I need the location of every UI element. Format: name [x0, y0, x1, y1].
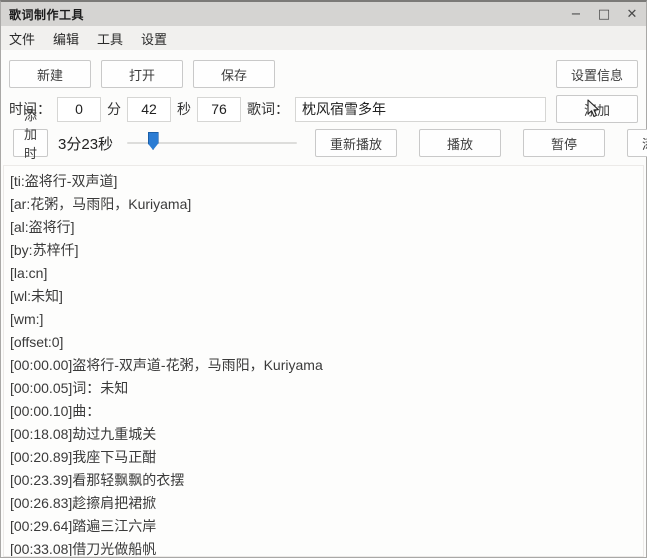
lyric-line: [ar:花粥，马雨阳，Kuriyama]: [10, 193, 637, 216]
lyric-line: [00:00.10]曲：: [10, 400, 637, 423]
lyric-line: [wm:]: [10, 308, 637, 331]
open-button[interactable]: 打开: [101, 60, 183, 88]
settings-info-button[interactable]: 设置信息: [556, 60, 638, 88]
minutes-unit-label: 分: [107, 99, 121, 119]
lyric-line: [00:00.00]盗将行-双声道-花粥，马雨阳，Kuriyama: [10, 354, 637, 377]
slider-thumb[interactable]: [148, 132, 159, 150]
position-text: 3分23秒: [58, 133, 113, 154]
lyric-line: [ti:盗将行-双声道]: [10, 170, 637, 193]
app-window: 歌词制作工具 − □ ✕ 文件编辑工具设置 新建 打开 保存 设置信息 时间： …: [0, 0, 647, 558]
lyric-line: [00:29.64]踏遍三江六岸: [10, 515, 637, 538]
add-button[interactable]: 添加: [556, 95, 638, 123]
lyric-line: [wl:未知]: [10, 285, 637, 308]
pause-button[interactable]: 暂停: [523, 129, 605, 157]
lyric-line: [offset:0]: [10, 331, 637, 354]
window-title: 歌词制作工具: [9, 6, 84, 23]
menu-item[interactable]: 编辑: [53, 29, 79, 48]
menu-item[interactable]: 文件: [9, 29, 35, 48]
lyric-line: [00:00.05]词：未知: [10, 377, 637, 400]
lyric-line: [by:苏梓仟]: [10, 239, 637, 262]
lyric-line: [00:20.89]我座下马正酣: [10, 446, 637, 469]
playback-buttons: 重新播放 播放 暂停 添加歌词: [311, 129, 647, 157]
minimize-icon[interactable]: −: [568, 8, 584, 21]
lyric-line: [al:盗将行]: [10, 216, 637, 239]
lyric-label: 歌词：: [247, 99, 289, 119]
lyric-text-input[interactable]: [295, 97, 546, 122]
menubar: 文件编辑工具设置: [1, 26, 646, 50]
save-button[interactable]: 保存: [193, 60, 275, 88]
player-row: 添加时间 3分23秒 重新播放 播放 暂停 添加歌词: [1, 129, 646, 157]
time-entry-row: 时间： 分 秒 歌词： 添加: [1, 96, 646, 122]
lyric-line: [00:26.83]趁擦肩把裙掀: [10, 492, 637, 515]
window-controls: − □ ✕: [568, 8, 640, 21]
maximize-icon[interactable]: □: [596, 8, 612, 21]
menu-item[interactable]: 工具: [97, 29, 123, 48]
lyric-line: [la:cn]: [10, 262, 637, 285]
menu-item[interactable]: 设置: [141, 29, 167, 48]
toolbar: 新建 打开 保存 设置信息: [1, 60, 646, 88]
add-lyrics-button[interactable]: 添加歌词: [627, 129, 647, 157]
close-icon[interactable]: ✕: [624, 8, 640, 21]
hundredths-input[interactable]: [197, 97, 241, 122]
playback-slider[interactable]: [127, 129, 297, 157]
seconds-unit-label: 秒: [177, 99, 191, 119]
lyric-line: [00:23.39]看那轻飘飘的衣摆: [10, 469, 637, 492]
new-button[interactable]: 新建: [9, 60, 91, 88]
lyric-line: [00:18.08]劫过九重城关: [10, 423, 637, 446]
replay-button[interactable]: 重新播放: [315, 129, 397, 157]
play-button[interactable]: 播放: [419, 129, 501, 157]
add-time-button[interactable]: 添加时间: [13, 129, 48, 157]
titlebar: 歌词制作工具 − □ ✕: [1, 2, 646, 26]
lyrics-editor[interactable]: [ti:盗将行-双声道][ar:花粥，马雨阳，Kuriyama][al:盗将行]…: [3, 165, 644, 557]
seconds-input[interactable]: [127, 97, 171, 122]
lyric-line: [00:33.08]借刀光做船帆: [10, 538, 637, 557]
minutes-input[interactable]: [57, 97, 101, 122]
